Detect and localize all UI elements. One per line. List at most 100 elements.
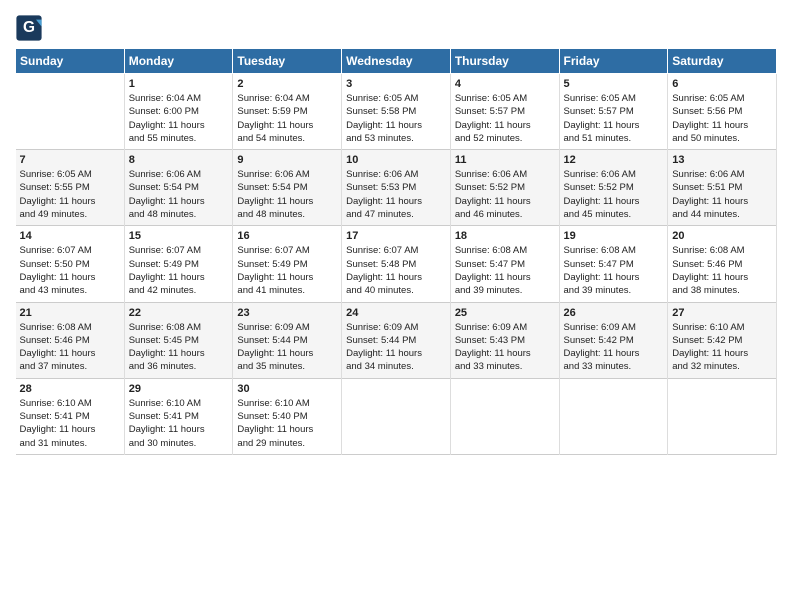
day-number: 22 <box>129 307 229 319</box>
weekday-header-sunday: Sunday <box>16 49 125 74</box>
calendar-cell: 29 Sunrise: 6:10 AM Sunset: 5:41 PM Dayli… <box>124 378 233 454</box>
day-number: 18 <box>455 230 555 242</box>
calendar-cell: 26 Sunrise: 6:09 AM Sunset: 5:42 PM Dayli… <box>559 302 668 378</box>
day-number: 27 <box>672 307 772 319</box>
calendar-week-1: 7Sunrise: 6:05 AM Sunset: 5:55 PM Daylig… <box>16 150 777 226</box>
day-number: 1 <box>129 78 229 90</box>
calendar-week-0: 1 Sunrise: 6:04 AM Sunset: 6:00 PM Daylig… <box>16 74 777 150</box>
day-info: Sunrise: 6:08 AM Sunset: 5:47 PM Dayligh… <box>455 244 555 297</box>
logo-icon: G <box>15 14 43 42</box>
day-number: 16 <box>237 230 337 242</box>
calendar-cell: 3Sunrise: 6:05 AM Sunset: 5:58 PM Daylig… <box>342 74 451 150</box>
page-container: G SundayMondayTuesdayWednesdayThursdayFr… <box>0 0 792 465</box>
calendar-cell: 17Sunrise: 6:07 AM Sunset: 5:48 PM Dayli… <box>342 226 451 302</box>
day-info: Sunrise: 6:04 AM Sunset: 6:00 PM Dayligh… <box>129 92 229 145</box>
day-info: Sunrise: 6:07 AM Sunset: 5:49 PM Dayligh… <box>129 244 229 297</box>
calendar-cell: 19 Sunrise: 6:08 AM Sunset: 5:47 PM Dayli… <box>559 226 668 302</box>
weekday-header-thursday: Thursday <box>450 49 559 74</box>
day-info: Sunrise: 6:08 AM Sunset: 5:45 PM Dayligh… <box>129 321 229 374</box>
svg-text:G: G <box>23 19 35 36</box>
calendar-cell: 23 Sunrise: 6:09 AM Sunset: 5:44 PM Dayli… <box>233 302 342 378</box>
weekday-header-tuesday: Tuesday <box>233 49 342 74</box>
calendar-cell: 11 Sunrise: 6:06 AM Sunset: 5:52 PM Dayli… <box>450 150 559 226</box>
calendar-cell: 30 Sunrise: 6:10 AM Sunset: 5:40 PM Dayli… <box>233 378 342 454</box>
calendar-cell: 20 Sunrise: 6:08 AM Sunset: 5:46 PM Dayli… <box>668 226 777 302</box>
day-number: 11 <box>455 154 555 166</box>
calendar-cell: 10Sunrise: 6:06 AM Sunset: 5:53 PM Dayli… <box>342 150 451 226</box>
calendar-cell: 27 Sunrise: 6:10 AM Sunset: 5:42 PM Dayli… <box>668 302 777 378</box>
day-info: Sunrise: 6:10 AM Sunset: 5:40 PM Dayligh… <box>237 397 337 450</box>
calendar-table: SundayMondayTuesdayWednesdayThursdayFrid… <box>15 48 777 455</box>
day-info: Sunrise: 6:08 AM Sunset: 5:47 PM Dayligh… <box>564 244 664 297</box>
calendar-cell <box>559 378 668 454</box>
weekday-header-saturday: Saturday <box>668 49 777 74</box>
day-info: Sunrise: 6:10 AM Sunset: 5:41 PM Dayligh… <box>129 397 229 450</box>
day-info: Sunrise: 6:08 AM Sunset: 5:46 PM Dayligh… <box>20 321 120 374</box>
day-info: Sunrise: 6:07 AM Sunset: 5:50 PM Dayligh… <box>20 244 120 297</box>
weekday-header-friday: Friday <box>559 49 668 74</box>
calendar-cell: 2 Sunrise: 6:04 AM Sunset: 5:59 PM Daylig… <box>233 74 342 150</box>
day-info: Sunrise: 6:06 AM Sunset: 5:54 PM Dayligh… <box>237 168 337 221</box>
day-info: Sunrise: 6:06 AM Sunset: 5:54 PM Dayligh… <box>129 168 229 221</box>
day-info: Sunrise: 6:09 AM Sunset: 5:44 PM Dayligh… <box>237 321 337 374</box>
day-info: Sunrise: 6:09 AM Sunset: 5:43 PM Dayligh… <box>455 321 555 374</box>
calendar-cell: 13 Sunrise: 6:06 AM Sunset: 5:51 PM Dayli… <box>668 150 777 226</box>
day-number: 17 <box>346 230 446 242</box>
day-info: Sunrise: 6:05 AM Sunset: 5:58 PM Dayligh… <box>346 92 446 145</box>
calendar-cell: 15Sunrise: 6:07 AM Sunset: 5:49 PM Dayli… <box>124 226 233 302</box>
calendar-cell: 21 Sunrise: 6:08 AM Sunset: 5:46 PM Dayli… <box>16 302 125 378</box>
day-info: Sunrise: 6:04 AM Sunset: 5:59 PM Dayligh… <box>237 92 337 145</box>
calendar-cell: 16 Sunrise: 6:07 AM Sunset: 5:49 PM Dayli… <box>233 226 342 302</box>
day-info: Sunrise: 6:10 AM Sunset: 5:41 PM Dayligh… <box>20 397 120 450</box>
day-number: 30 <box>237 383 337 395</box>
calendar-cell <box>16 74 125 150</box>
day-info: Sunrise: 6:05 AM Sunset: 5:57 PM Dayligh… <box>455 92 555 145</box>
day-number: 4 <box>455 78 555 90</box>
day-number: 8 <box>129 154 229 166</box>
day-info: Sunrise: 6:06 AM Sunset: 5:52 PM Dayligh… <box>564 168 664 221</box>
weekday-header-monday: Monday <box>124 49 233 74</box>
weekday-header-row: SundayMondayTuesdayWednesdayThursdayFrid… <box>16 49 777 74</box>
day-number: 26 <box>564 307 664 319</box>
weekday-header-wednesday: Wednesday <box>342 49 451 74</box>
day-number: 12 <box>564 154 664 166</box>
day-number: 13 <box>672 154 772 166</box>
header: G <box>15 10 777 42</box>
calendar-cell: 7Sunrise: 6:05 AM Sunset: 5:55 PM Daylig… <box>16 150 125 226</box>
day-number: 14 <box>20 230 120 242</box>
calendar-cell: 4 Sunrise: 6:05 AM Sunset: 5:57 PM Daylig… <box>450 74 559 150</box>
day-number: 2 <box>237 78 337 90</box>
day-info: Sunrise: 6:09 AM Sunset: 5:42 PM Dayligh… <box>564 321 664 374</box>
calendar-cell <box>668 378 777 454</box>
day-number: 29 <box>129 383 229 395</box>
day-number: 9 <box>237 154 337 166</box>
day-number: 24 <box>346 307 446 319</box>
calendar-cell: 6 Sunrise: 6:05 AM Sunset: 5:56 PM Daylig… <box>668 74 777 150</box>
calendar-cell: 1 Sunrise: 6:04 AM Sunset: 6:00 PM Daylig… <box>124 74 233 150</box>
day-number: 23 <box>237 307 337 319</box>
day-number: 6 <box>672 78 772 90</box>
day-info: Sunrise: 6:06 AM Sunset: 5:52 PM Dayligh… <box>455 168 555 221</box>
day-info: Sunrise: 6:08 AM Sunset: 5:46 PM Dayligh… <box>672 244 772 297</box>
day-number: 7 <box>20 154 120 166</box>
calendar-week-4: 28 Sunrise: 6:10 AM Sunset: 5:41 PM Dayli… <box>16 378 777 454</box>
day-number: 25 <box>455 307 555 319</box>
calendar-cell: 24Sunrise: 6:09 AM Sunset: 5:44 PM Dayli… <box>342 302 451 378</box>
calendar-cell <box>450 378 559 454</box>
calendar-cell: 8 Sunrise: 6:06 AM Sunset: 5:54 PM Daylig… <box>124 150 233 226</box>
day-info: Sunrise: 6:07 AM Sunset: 5:49 PM Dayligh… <box>237 244 337 297</box>
day-number: 21 <box>20 307 120 319</box>
day-info: Sunrise: 6:05 AM Sunset: 5:56 PM Dayligh… <box>672 92 772 145</box>
day-number: 20 <box>672 230 772 242</box>
logo: G <box>15 14 45 42</box>
calendar-cell: 28 Sunrise: 6:10 AM Sunset: 5:41 PM Dayli… <box>16 378 125 454</box>
day-info: Sunrise: 6:06 AM Sunset: 5:51 PM Dayligh… <box>672 168 772 221</box>
day-number: 28 <box>20 383 120 395</box>
calendar-cell: 25 Sunrise: 6:09 AM Sunset: 5:43 PM Dayli… <box>450 302 559 378</box>
day-number: 5 <box>564 78 664 90</box>
day-info: Sunrise: 6:10 AM Sunset: 5:42 PM Dayligh… <box>672 321 772 374</box>
calendar-cell: 18 Sunrise: 6:08 AM Sunset: 5:47 PM Dayli… <box>450 226 559 302</box>
calendar-week-2: 14 Sunrise: 6:07 AM Sunset: 5:50 PM Dayli… <box>16 226 777 302</box>
calendar-week-3: 21 Sunrise: 6:08 AM Sunset: 5:46 PM Dayli… <box>16 302 777 378</box>
day-number: 19 <box>564 230 664 242</box>
